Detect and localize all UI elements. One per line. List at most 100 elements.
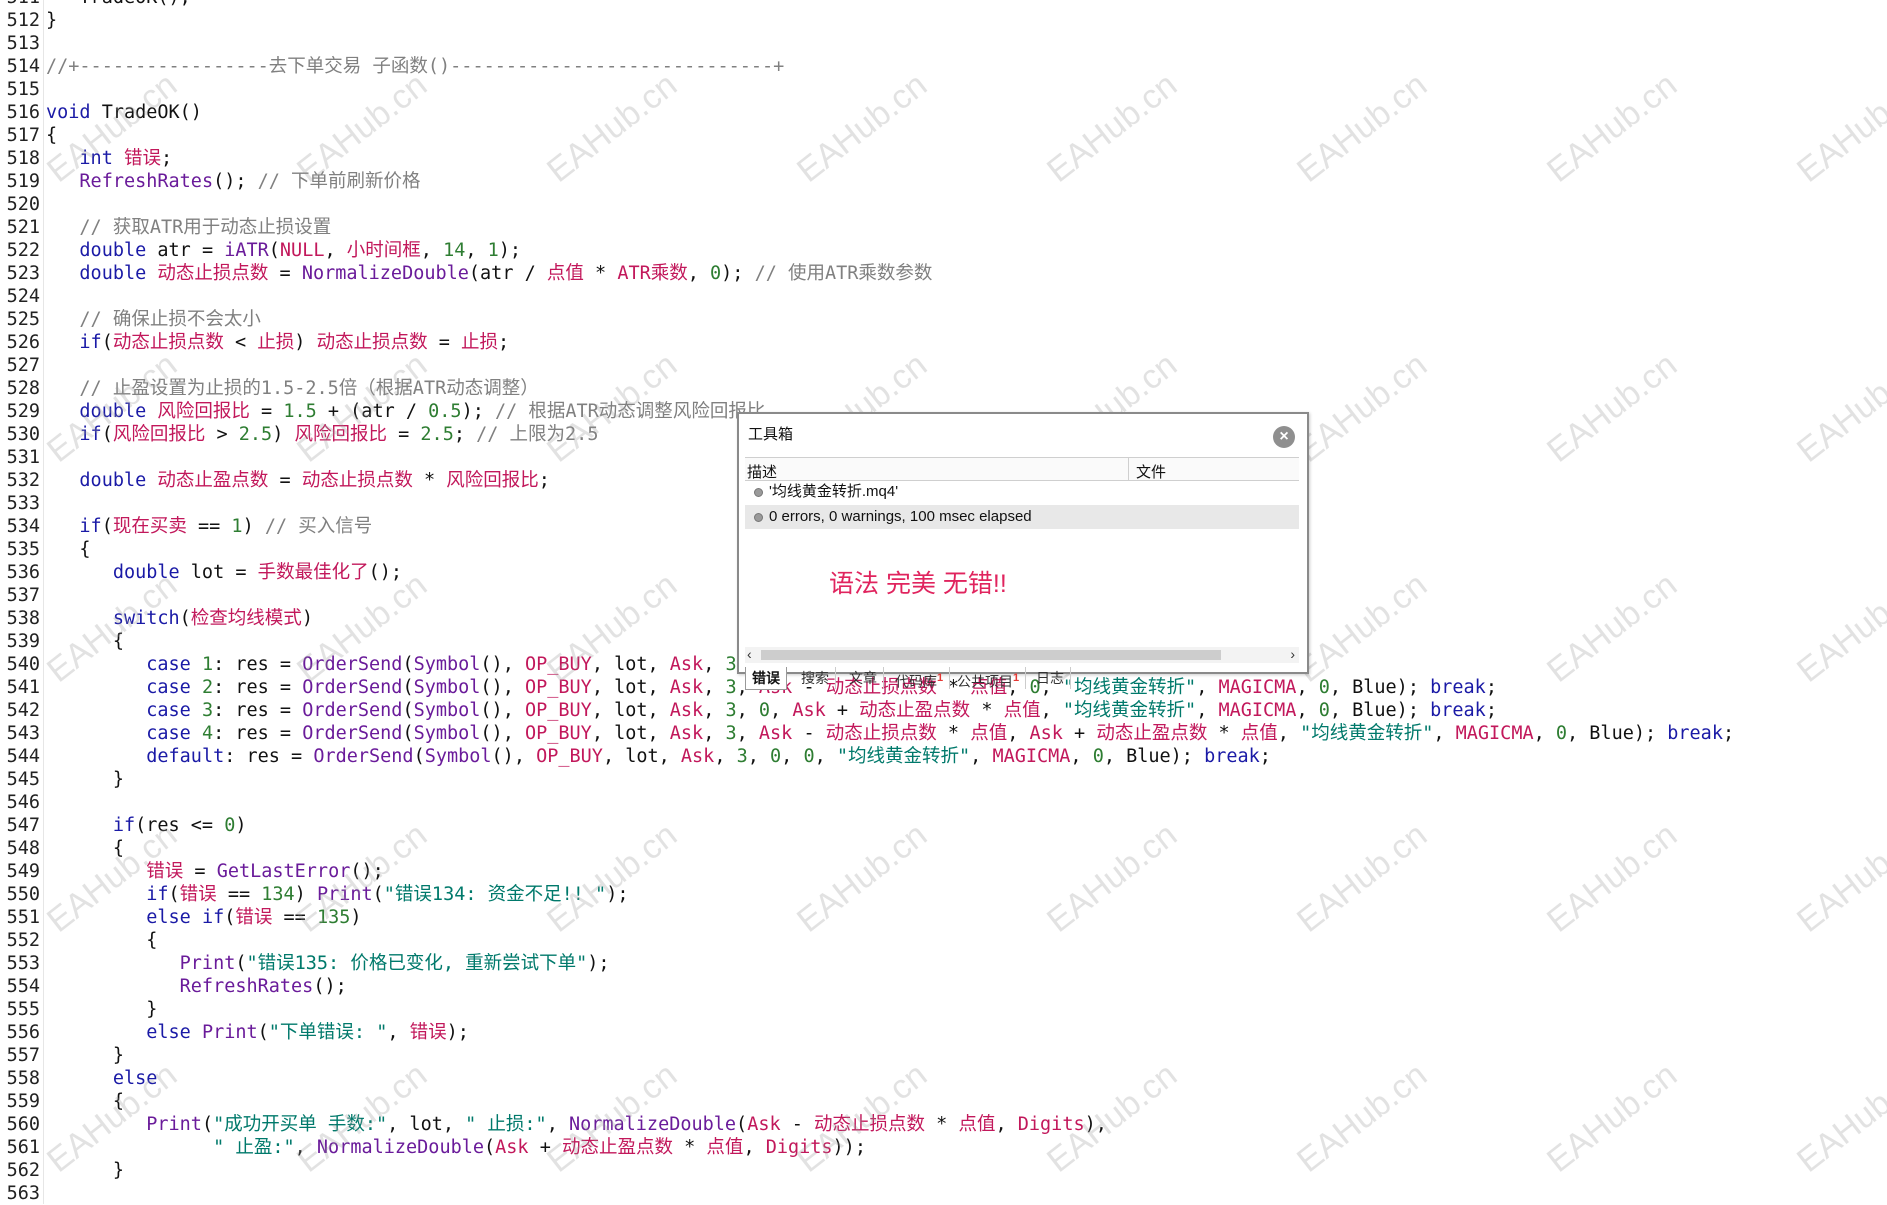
- code-token: ;: [1259, 746, 1271, 767]
- code-line[interactable]: 548 {: [0, 837, 1887, 860]
- code-token: // 确保止损不会太小: [79, 309, 261, 330]
- message-row[interactable]: '均线黄金转折.mq4': [745, 480, 1299, 504]
- code-line[interactable]: 521 // 获取ATR用于动态止损设置: [0, 216, 1887, 239]
- code-text: double 动态止盈点数 = 动态止损点数 * 风险回报比;: [46, 469, 550, 492]
- code-line[interactable]: 549 错误 = GetLastError();: [0, 860, 1887, 883]
- code-line[interactable]: 552 {: [0, 929, 1887, 952]
- tab-3[interactable]: 代码库1: [889, 667, 951, 690]
- code-token: ;: [1722, 723, 1735, 744]
- code-line[interactable]: 562 }: [0, 1159, 1887, 1182]
- code-token: double: [79, 263, 147, 284]
- code-line[interactable]: 559 {: [0, 1090, 1887, 1113]
- code-token: 0: [224, 815, 236, 836]
- code-token: -: [792, 723, 826, 744]
- code-token: 0: [803, 746, 815, 767]
- code-line[interactable]: 511 TradeOK();: [0, 0, 1887, 9]
- tab-5[interactable]: 日志: [1030, 667, 1071, 689]
- code-token: ,: [687, 263, 711, 284]
- code-line[interactable]: 563: [0, 1182, 1887, 1205]
- code-token: : res =: [213, 723, 303, 744]
- line-number: 554: [6, 976, 40, 997]
- code-line[interactable]: 547 if(res <= 0): [0, 814, 1887, 837]
- scroll-right-icon[interactable]: ›: [1290, 646, 1295, 662]
- tab-4[interactable]: 公共项目1: [951, 667, 1027, 690]
- code-line[interactable]: 520: [0, 193, 1887, 216]
- code-line[interactable]: 545 }: [0, 768, 1887, 791]
- code-line[interactable]: 527: [0, 354, 1887, 377]
- code-line[interactable]: 556 else Print("下单错误: ", 错误);: [0, 1021, 1887, 1044]
- tab-2[interactable]: 文章: [843, 667, 884, 689]
- code-line[interactable]: 513: [0, 32, 1887, 55]
- code-token: case: [146, 677, 191, 698]
- code-line[interactable]: 528 // 止盈设置为止损的1.5-2.5倍（根据ATR动态调整）: [0, 377, 1887, 400]
- code-line[interactable]: 522 double atr = iATR(NULL, 小时间框, 14, 1)…: [0, 239, 1887, 262]
- code-token: "下单错误: ": [268, 1022, 388, 1043]
- code-line[interactable]: 557 }: [0, 1044, 1887, 1067]
- column-description[interactable]: 描述: [747, 461, 777, 482]
- code-line[interactable]: 514 //+-----------------去下单交易 子函数()------…: [0, 55, 1887, 78]
- code-token: "均线黄金转折": [1062, 700, 1197, 721]
- code-line[interactable]: 542 case 3: res = OrderSend(Symbol(), OP…: [0, 699, 1887, 722]
- code-token: ,: [703, 677, 726, 698]
- code-text: if(风险回报比 > 2.5) 风险回报比 = 2.5; // 上限为2.5: [46, 423, 598, 446]
- message-row[interactable]: 0 errors, 0 warnings, 100 msec elapsed: [745, 505, 1299, 529]
- code-token: ,: [747, 746, 771, 767]
- code-token: 动态止损点数: [301, 470, 413, 491]
- line-number: 561: [6, 1137, 40, 1158]
- code-token: 0: [1555, 723, 1568, 744]
- tab-1[interactable]: 搜索: [795, 667, 836, 689]
- code-line[interactable]: 560 Print("成功开买单 手数:", lot, " 止损:", Norm…: [0, 1113, 1887, 1136]
- code-line[interactable]: 554 RefreshRates();: [0, 975, 1887, 998]
- code-token: 手数最佳化了: [257, 562, 369, 583]
- code-token: OrderSend: [302, 677, 403, 698]
- code-line[interactable]: 518 int 错误;: [0, 147, 1887, 170]
- code-line[interactable]: 526 if(动态止损点数 < 止损) 动态止损点数 = 止损;: [0, 331, 1887, 354]
- code-line[interactable]: 544 default: res = OrderSend(Symbol(), O…: [0, 745, 1887, 768]
- code-token: (: [201, 1114, 214, 1135]
- code-line[interactable]: 516 void TradeOK(): [0, 101, 1887, 124]
- code-token: ,: [1296, 677, 1319, 698]
- code-token: Ask: [669, 654, 704, 675]
- code-line[interactable]: 524: [0, 285, 1887, 308]
- column-separator[interactable]: [1128, 458, 1129, 480]
- close-icon[interactable]: ×: [1273, 426, 1295, 448]
- code-line[interactable]: 558 else: [0, 1067, 1887, 1090]
- code-token: (: [402, 654, 414, 675]
- code-token: case: [146, 654, 191, 675]
- code-token: 错误: [235, 907, 273, 928]
- column-file[interactable]: 文件: [1136, 461, 1166, 482]
- code-token: 点值: [970, 723, 1008, 744]
- code-line[interactable]: 553 Print("错误135: 价格已变化, 重新尝试下单");: [0, 952, 1887, 975]
- code-text: double 风险回报比 = 1.5 + (atr / 0.5); // 根据A…: [46, 400, 765, 423]
- code-line[interactable]: 515: [0, 78, 1887, 101]
- code-text: RefreshRates(); // 下单前刷新价格: [46, 170, 421, 193]
- code-line[interactable]: 546: [0, 791, 1887, 814]
- horizontal-scrollbar[interactable]: ‹ ›: [745, 646, 1299, 663]
- code-token: ): [294, 332, 317, 353]
- scrollbar-thumb[interactable]: [761, 650, 1221, 660]
- code-token: // 下单前刷新价格: [257, 171, 421, 192]
- tab-0[interactable]: 错误: [745, 667, 787, 690]
- line-number: 538: [6, 608, 40, 629]
- code-token: 0: [1318, 700, 1330, 721]
- scroll-left-icon[interactable]: ‹: [747, 646, 752, 662]
- code-line[interactable]: 551 else if(错误 == 135): [0, 906, 1887, 929]
- code-line[interactable]: 543 case 4: res = OrderSend(Symbol(), OP…: [0, 722, 1887, 745]
- code-line[interactable]: 525 // 确保止损不会太小: [0, 308, 1887, 331]
- code-line[interactable]: 561 " 止盈:", NormalizeDouble(Ask + 动态止盈点数…: [0, 1136, 1887, 1159]
- toolbox-panel[interactable]: 工具箱 × 描述 文件 '均线黄金转折.mq4' 0 errors, 0 war…: [737, 412, 1309, 690]
- code-line[interactable]: 517 {: [0, 124, 1887, 147]
- code-line[interactable]: 512}: [0, 9, 1887, 32]
- code-line[interactable]: 555 }: [0, 998, 1887, 1021]
- code-text: //+-----------------去下单交易 子函数()---------…: [46, 55, 784, 78]
- code-line[interactable]: 519 RefreshRates(); // 下单前刷新价格: [0, 170, 1887, 193]
- code-line[interactable]: 523 double 动态止损点数 = NormalizeDouble(atr …: [0, 262, 1887, 285]
- code-line[interactable]: 550 if(错误 == 134) Print("错误134: 资金不足!! "…: [0, 883, 1887, 906]
- line-number: 551: [6, 907, 40, 928]
- code-text: }: [46, 768, 124, 791]
